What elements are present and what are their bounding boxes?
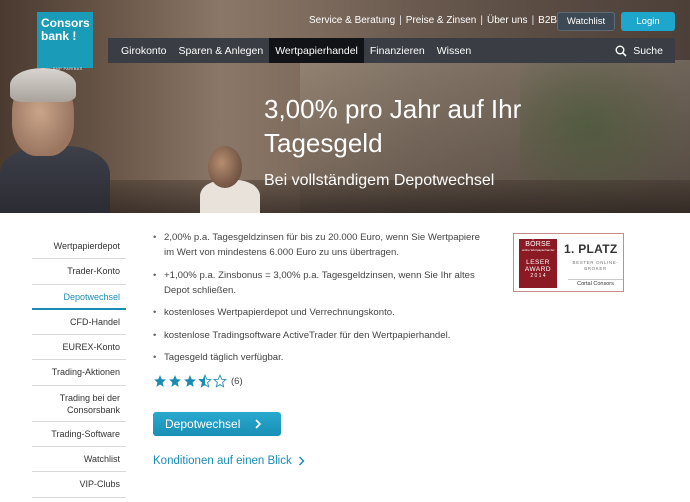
topnav-separator: | [399,15,402,26]
main-content: 2,00% p.a. Tagesgeldzinsen für bis zu 20… [153,230,483,373]
sidebar-navigation: Wertpapierdepot Trader-Konto Depotwechse… [32,234,126,498]
login-button[interactable]: Login [621,12,675,31]
award-category: BESTER ONLINE-BROKER [572,260,619,271]
consorsbank-logo[interactable]: Consors bank ! [37,12,93,68]
hero-person-woman [200,140,260,213]
depotwechsel-button-label: Depotwechsel [165,417,241,431]
award-box-line2: AWARD [524,266,552,273]
sidebar-item-trading-software[interactable]: Trading-Software [32,422,126,448]
award-logo: BÖRSE online Wertpapierhandel LESER AWAR… [519,239,557,288]
star-half-icon [198,374,212,388]
topnav-separator: | [480,15,483,26]
star-empty-icon [213,374,227,388]
sidebar-item-watchlist[interactable]: Watchlist [32,447,126,473]
award-rank: 1. PLATZ [564,242,618,256]
search-label: Suche [633,44,663,57]
logo-tagline: BNP PARIBAS [53,66,83,71]
chevron-right-icon [298,456,305,466]
topnav-b2b[interactable]: B2B [538,15,557,26]
top-navigation: Service & Beratung | Preise & Zinsen | Ü… [309,15,557,26]
award-box-sub: online Wertpapierhandel [521,248,555,252]
star-full-icon [184,375,196,387]
sidebar-item-trading-bei-der-consorsbank[interactable]: Trading bei der Consorsbank [32,386,126,422]
list-item: Tagesgeld täglich verfügbar. [153,350,483,365]
search-button[interactable]: Suche [615,38,675,63]
nav-item-wissen[interactable]: Wissen [431,38,477,63]
nav-item-sparen-anlegen[interactable]: Sparen & Anlegen [173,38,270,63]
award-badge: BÖRSE online Wertpapierhandel LESER AWAR… [513,233,624,292]
list-item: kostenloses Wertpapierdepot und Verrechn… [153,305,483,320]
nav-item-finanzieren[interactable]: Finanzieren [364,38,431,63]
sidebar-item-vip-clubs[interactable]: VIP-Clubs [32,472,126,498]
depotwechsel-button[interactable]: Depotwechsel [153,412,281,436]
award-winner: Cortal Consors [568,279,623,287]
watchlist-button[interactable]: Watchlist [557,12,615,31]
sidebar-item-wertpapierdepot[interactable]: Wertpapierdepot [32,234,126,260]
nav-item-wertpapierhandel[interactable]: Wertpapierhandel [269,38,364,63]
award-box-title: BÖRSE [525,241,551,248]
list-item: 2,00% p.a. Tagesgeldzinsen für bis zu 20… [153,230,483,260]
list-item: kostenlose Tradingsoftware ActiveTrader … [153,328,483,343]
hero-subline: Bei vollständigem Depotwechsel [264,172,495,189]
feature-list: 2,00% p.a. Tagesgeldzinsen für bis zu 20… [153,230,483,365]
list-item: +1,00% p.a. Zinsbonus = 3,00% p.a. Tages… [153,268,483,298]
topnav-about[interactable]: Über uns [487,15,528,26]
conditions-link-label: Konditionen auf einen Blick [153,455,292,467]
topnav-service[interactable]: Service & Beratung [309,15,395,26]
award-box-year: 2 0 1 4 [530,273,546,279]
rating-stars[interactable]: (6) [153,374,243,388]
sidebar-item-trading-aktionen[interactable]: Trading-Aktionen [32,360,126,386]
sidebar-item-cfd-handel[interactable]: CFD-Handel [32,310,126,336]
rating-count: (6) [231,375,243,387]
nav-item-girokonto[interactable]: Girokonto [108,38,173,63]
conditions-link[interactable]: Konditionen auf einen Blick [153,455,305,467]
logo-text-line2: bank ! [41,29,77,43]
chevron-right-icon [255,419,262,429]
star-full-icon [169,375,181,387]
hero-person-man [0,68,120,213]
search-icon [615,45,627,57]
sidebar-item-depotwechsel[interactable]: Depotwechsel [32,285,126,310]
topnav-separator: | [531,15,535,26]
star-full-icon [154,375,166,387]
sidebar-item-eurex-konto[interactable]: EUREX-Konto [32,335,126,361]
main-navigation: Girokonto Sparen & Anlegen Wertpapierhan… [108,38,675,63]
hero-headline: 3,00% pro Jahr auf Ihr Tagesgeld [264,94,522,158]
topnav-prices[interactable]: Preise & Zinsen [406,15,477,26]
sidebar-item-trader-konto[interactable]: Trader-Konto [32,259,126,285]
award-box-line1: LESER [526,259,550,266]
